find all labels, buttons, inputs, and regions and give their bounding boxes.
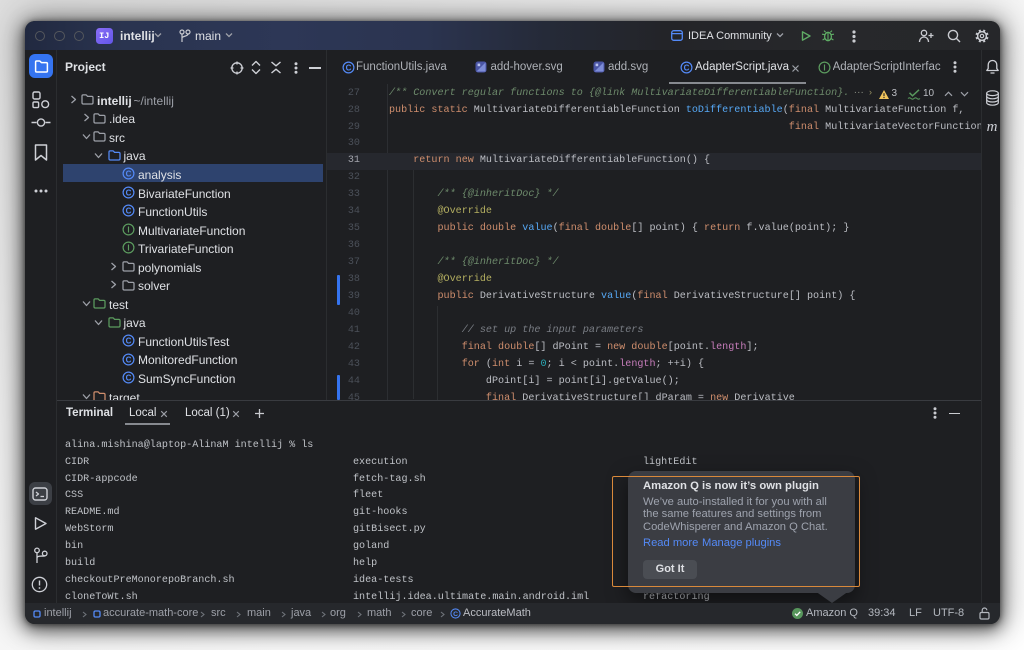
svg-text:C: C	[125, 169, 131, 178]
svg-text:C: C	[684, 63, 690, 72]
svg-text:C: C	[345, 63, 351, 72]
svg-text:C: C	[125, 373, 131, 382]
svg-text:C: C	[125, 355, 131, 364]
svg-text:C: C	[453, 611, 458, 618]
svg-text:C: C	[125, 206, 131, 215]
svg-text:C: C	[125, 336, 131, 345]
svg-text:I: I	[127, 225, 129, 234]
svg-text:I: I	[823, 63, 825, 72]
svg-text:C: C	[125, 188, 131, 197]
svg-text:I: I	[127, 244, 129, 253]
